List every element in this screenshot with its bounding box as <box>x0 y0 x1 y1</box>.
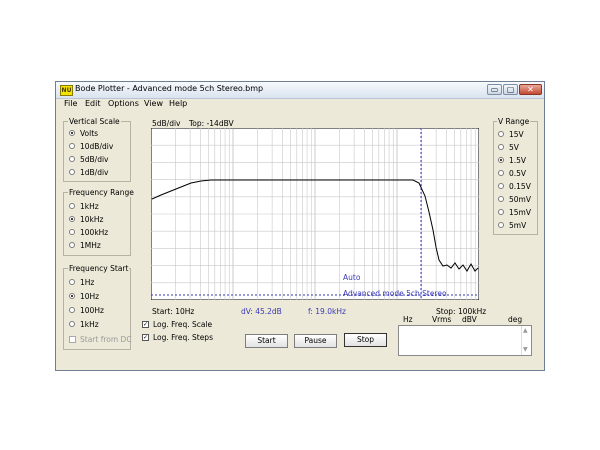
radio-label: 5mV <box>509 221 527 230</box>
window-title: Bode Plotter - Advanced mode 5ch Stereo.… <box>75 84 264 93</box>
dv-readout: dV: 45.2dB <box>241 307 282 316</box>
deg-column-header: deg <box>508 315 523 324</box>
radio-label: 5V <box>509 143 519 152</box>
close-button[interactable]: ✕ <box>519 84 542 95</box>
radio-label: 15mV <box>509 208 531 217</box>
log-freq-steps-label: Log. Freq. Steps <box>153 333 213 342</box>
radio-dot-icon <box>69 169 75 175</box>
radio-dot-icon <box>69 321 75 327</box>
radio-label: 1kHz <box>80 320 99 329</box>
stop-button[interactable]: Stop <box>344 333 387 347</box>
top-label: Top: -14dBV <box>189 119 234 128</box>
vertical-scale-group: Vertical Scale Volts 10dB/div 5dB/div 1d… <box>63 117 131 182</box>
radio-dot-icon <box>69 242 75 248</box>
vrms-column-header: Vrms <box>432 315 452 324</box>
radio-dot-icon <box>498 131 504 137</box>
radio-label: 1MHz <box>80 241 101 250</box>
menu-edit[interactable]: Edit <box>85 99 101 108</box>
scroll-down-icon[interactable]: ▼ <box>523 346 528 353</box>
radio-dot-icon <box>69 143 75 149</box>
scale-label: 5dB/div <box>152 119 181 128</box>
radio-label: 1Hz <box>80 278 95 287</box>
radio-label: 0.15V <box>509 182 531 191</box>
pause-button[interactable]: Pause <box>294 334 337 348</box>
radio-dot-icon <box>498 170 504 176</box>
minimize-button[interactable]: ▭ <box>487 84 502 95</box>
radio-dot-icon <box>498 183 504 189</box>
menu-file[interactable]: File <box>64 99 77 108</box>
radio-label: 10kHz <box>80 215 104 224</box>
menu-options[interactable]: Options <box>108 99 139 108</box>
radio-dot-icon <box>69 216 75 222</box>
start-frequency-label: Start: 10Hz <box>152 307 195 316</box>
checkmark-icon: ✓ <box>142 334 149 341</box>
menu-bar: File Edit Options View Help <box>56 98 544 110</box>
frequency-range-title: Frequency Range <box>68 188 135 197</box>
radio-dot-icon <box>498 222 504 228</box>
radio-label: 50mV <box>509 195 531 204</box>
vertical-scale-title: Vertical Scale <box>68 117 121 126</box>
readout-list[interactable]: ▲ ▼ <box>398 325 532 356</box>
menu-view[interactable]: View <box>144 99 163 108</box>
hz-column-header: Hz <box>403 315 413 324</box>
readout-scrollbar[interactable]: ▲ ▼ <box>521 326 531 355</box>
bode-plotter-window: NU Bode Plotter - Advanced mode 5ch Ster… <box>55 81 545 371</box>
app-icon: NU <box>60 85 73 96</box>
frequency-start-group: Frequency Start 1Hz 10Hz 100Hz 1kHz Star… <box>63 264 132 350</box>
maximize-button[interactable]: ▢ <box>503 84 518 95</box>
auto-label: Auto <box>343 273 361 282</box>
v-range-title: V Range <box>497 117 531 126</box>
radio-dot-icon <box>498 157 504 163</box>
radio-label: 15V <box>509 130 524 139</box>
radio-dot-icon <box>69 229 75 235</box>
radio-label: 100Hz <box>80 306 104 315</box>
start-from-dc-label: Start from DC <box>80 335 132 344</box>
radio-dot-icon <box>69 130 75 136</box>
radio-dot-icon <box>69 279 75 285</box>
radio-dot-icon <box>69 203 75 209</box>
bode-plot-graph[interactable]: Auto Advanced mode 5ch Stereo <box>151 128 479 300</box>
radio-dot-icon <box>69 293 75 299</box>
radio-label: 5dB/div <box>80 155 109 164</box>
radio-label: 1kHz <box>80 202 99 211</box>
radio-label: 1dB/div <box>80 168 109 177</box>
radio-dot-icon <box>498 209 504 215</box>
radio-label: Volts <box>80 129 99 138</box>
title-bar[interactable]: NU Bode Plotter - Advanced mode 5ch Ster… <box>56 82 544 99</box>
frequency-start-title: Frequency Start <box>68 264 130 273</box>
checkmark-icon: ✓ <box>142 321 149 328</box>
frequency-range-group: Frequency Range 1kHz 10kHz 100kHz 1MHz <box>63 188 135 256</box>
menu-help[interactable]: Help <box>169 99 187 108</box>
radio-dot-icon <box>498 196 504 202</box>
mode-label: Advanced mode 5ch Stereo <box>343 289 447 298</box>
radio-label: 10Hz <box>80 292 100 301</box>
scroll-up-icon[interactable]: ▲ <box>523 327 528 334</box>
cursor-frequency-readout: f: 19.0kHz <box>308 307 346 316</box>
start-button[interactable]: Start <box>245 334 288 348</box>
radio-dot-icon <box>69 156 75 162</box>
checkbox-icon <box>69 336 76 343</box>
v-range-group: V Range 15V 5V 1.5V 0.5V 0.15V 50mV 15mV… <box>493 117 538 235</box>
radio-dot-icon <box>69 307 75 313</box>
radio-label: 1.5V <box>509 156 527 165</box>
radio-label: 10dB/div <box>80 142 114 151</box>
radio-label: 0.5V <box>509 169 527 178</box>
log-freq-scale-label: Log. Freq. Scale <box>153 320 213 329</box>
radio-label: 100kHz <box>80 228 109 237</box>
radio-dot-icon <box>498 144 504 150</box>
dbv-column-header: dBV <box>462 315 477 324</box>
